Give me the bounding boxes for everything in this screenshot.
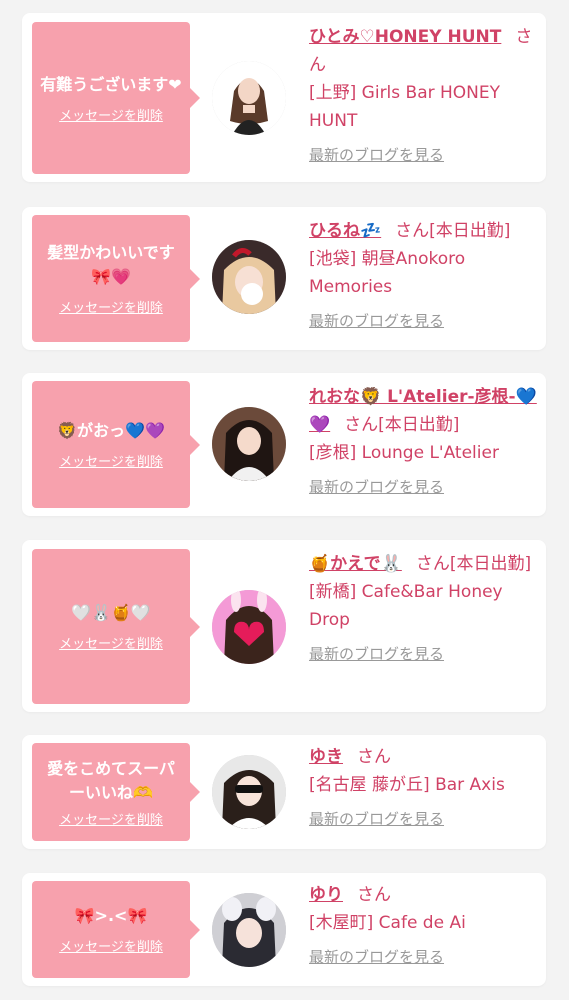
- message-card: 髪型かわいいです🎀💗 メッセージを削除 ひるね💤 さん[本日出勤] [池袋] 朝昼…: [22, 207, 546, 350]
- message-card: 🦁がおっ💙💜 メッセージを削除 れおな🦁 L'Atelier-彦根-💙💜 さん[本…: [22, 373, 546, 516]
- sender-name-link[interactable]: ひとみ♡HONEY HUNT: [309, 27, 501, 47]
- latest-blog-link[interactable]: 最新のブログを見る: [309, 943, 539, 971]
- delete-message-link[interactable]: メッセージを削除: [59, 809, 163, 828]
- message-bubble: 🦁がおっ💙💜 メッセージを削除: [32, 381, 200, 508]
- sender-info: ひるね💤 さん[本日出勤] [池袋] 朝昼Anokoro Memories 最新の…: [309, 217, 549, 335]
- sender-name-link[interactable]: 🍯かえで🐰: [309, 554, 402, 574]
- sender-info: ひとみ♡HONEY HUNT さん [上野] Girls Bar HONEY HU…: [309, 23, 539, 169]
- message-bubble: 🎀>.<🎀 メッセージを削除: [32, 881, 200, 978]
- avatar[interactable]: [212, 590, 286, 664]
- sender-name-link[interactable]: ひるね💤: [309, 221, 381, 241]
- message-bubble: 有難うございます❤ メッセージを削除: [32, 22, 200, 174]
- message-card: 🎀>.<🎀 メッセージを削除 ゆり さん [木屋町] Cafe de Ai 最新の…: [22, 873, 546, 986]
- honorific: さん: [344, 415, 379, 435]
- honorific: さん: [357, 747, 391, 767]
- message-card: 愛をこめてスーパーいいね🫶 メッセージを削除 ゆき さん [名古屋 藤が丘] Ba…: [22, 735, 546, 849]
- avatar[interactable]: [212, 755, 286, 829]
- status-label: [本日出勤]: [429, 221, 511, 241]
- honorific: さん: [415, 554, 450, 574]
- shop-name: [名古屋 藤が丘] Bar Axis: [309, 775, 505, 795]
- shop-name: [新橋] Cafe&Bar Honey Drop: [309, 582, 503, 630]
- message-bubble: 髪型かわいいです🎀💗 メッセージを削除: [32, 215, 200, 342]
- latest-blog-link[interactable]: 最新のブログを見る: [309, 473, 539, 501]
- delete-message-link[interactable]: メッセージを削除: [59, 451, 163, 470]
- shop-name: [彦根] Lounge L'Atelier: [309, 443, 499, 463]
- message-text: 🦁がおっ💙💜: [57, 421, 165, 440]
- latest-blog-link[interactable]: 最新のブログを見る: [309, 307, 549, 335]
- message-text: 🎀>.<🎀: [74, 906, 148, 925]
- sender-info: 🍯かえで🐰 さん[本日出勤] [新橋] Cafe&Bar Honey Drop 最…: [309, 550, 539, 668]
- status-label: [本日出勤]: [449, 554, 532, 574]
- message-card: 有難うございます❤ メッセージを削除 ひとみ♡HONEY HUNT さん [上野]…: [22, 13, 546, 182]
- avatar[interactable]: [212, 407, 286, 481]
- message-card: 🤍🐰🍯🤍 メッセージを削除 🍯かえで🐰 さん[本日出勤] [新橋] Cafe&Ba…: [22, 540, 546, 712]
- delete-message-link[interactable]: メッセージを削除: [59, 105, 163, 124]
- avatar[interactable]: [212, 893, 286, 967]
- sender-info: ゆき さん [名古屋 藤が丘] Bar Axis 最新のブログを見る: [309, 743, 539, 833]
- latest-blog-link[interactable]: 最新のブログを見る: [309, 640, 539, 668]
- message-text: 🤍🐰🍯🤍: [71, 603, 151, 622]
- message-text: 髪型かわいいです🎀💗: [47, 243, 175, 286]
- message-bubble: 愛をこめてスーパーいいね🫶 メッセージを削除: [32, 743, 200, 841]
- latest-blog-link[interactable]: 最新のブログを見る: [309, 141, 539, 169]
- delete-message-link[interactable]: メッセージを削除: [59, 936, 163, 955]
- delete-message-link[interactable]: メッセージを削除: [59, 633, 163, 652]
- sender-name-link[interactable]: ゆり: [309, 885, 343, 905]
- honorific: さん: [395, 221, 430, 241]
- latest-blog-link[interactable]: 最新のブログを見る: [309, 805, 539, 833]
- message-text: 有難うございます❤: [40, 74, 182, 94]
- shop-name: [木屋町] Cafe de Ai: [309, 913, 466, 933]
- avatar[interactable]: [212, 61, 286, 135]
- sender-info: ゆり さん [木屋町] Cafe de Ai 最新のブログを見る: [309, 881, 539, 971]
- avatar[interactable]: [212, 240, 286, 314]
- status-label: [本日出勤]: [378, 415, 460, 435]
- sender-info: れおな🦁 L'Atelier-彦根-💙💜 さん[本日出勤] [彦根] Lounge…: [309, 383, 539, 501]
- delete-message-link[interactable]: メッセージを削除: [59, 297, 163, 316]
- shop-name: [上野] Girls Bar HONEY HUNT: [309, 83, 501, 131]
- honorific: さん: [357, 885, 391, 905]
- shop-name: [池袋] 朝昼Anokoro Memories: [309, 249, 466, 297]
- message-bubble: 🤍🐰🍯🤍 メッセージを削除: [32, 549, 200, 704]
- message-text: 愛をこめてスーパーいいね🫶: [47, 758, 175, 802]
- message-list: 有難うございます❤ メッセージを削除 ひとみ♡HONEY HUNT さん [上野]…: [0, 0, 569, 1000]
- sender-name-link[interactable]: ゆき: [309, 747, 343, 767]
